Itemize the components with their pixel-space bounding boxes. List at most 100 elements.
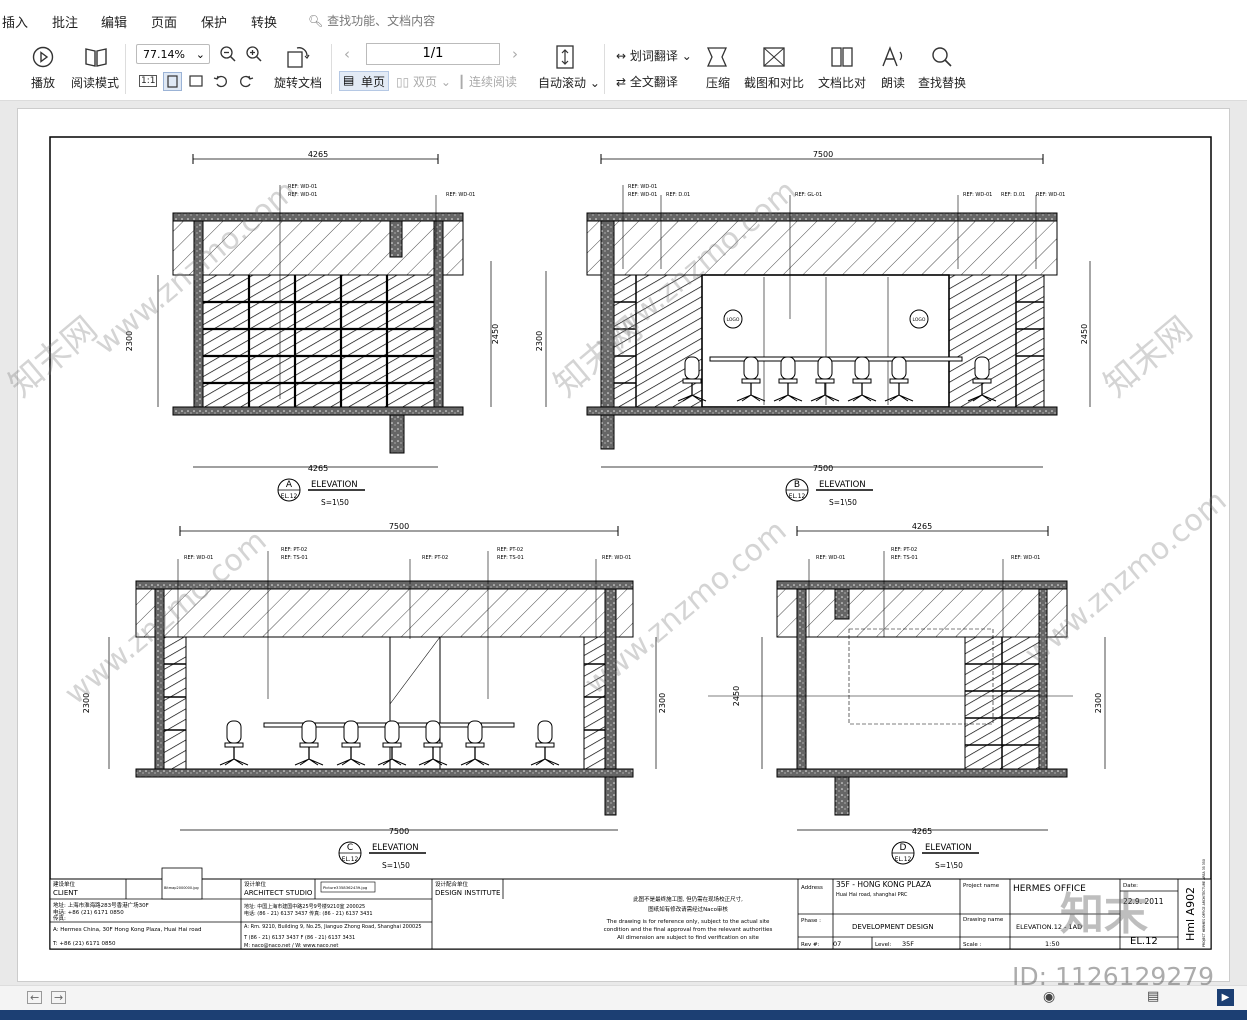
elevation-b-scale: S=1\50 (829, 498, 857, 507)
rotate-document-button[interactable]: 旋转文档 (274, 74, 322, 91)
elevation-a-scale: S=1\50 (321, 498, 349, 507)
rev-label: Rev #: (801, 942, 820, 948)
doc-compare-button[interactable]: 文档比对 (818, 74, 866, 91)
single-page-button[interactable]: ▤ 单页 (339, 71, 389, 91)
search-placeholder: 查找功能、文档内容 (327, 14, 436, 28)
elevation-c-ref-5: REF: PT-02 (497, 547, 523, 553)
client-tel-cn: 电话: +86 (21) 6171 0850 (53, 908, 124, 916)
full-translate-button[interactable]: ⇄ 全文翻译 (616, 73, 678, 90)
client-pic-label: Bitmap2000000.jpg (164, 886, 199, 890)
auto-scroll-icon[interactable] (553, 44, 577, 74)
elevation-d-dim-left: 2450 (732, 686, 741, 706)
find-replace-button[interactable]: 查找替换 (918, 74, 966, 91)
screenshot-compare-button[interactable]: 截图和对比 (744, 74, 804, 91)
elevation-a-ref-3: REF: WD-01 (446, 192, 475, 198)
book-icon[interactable] (84, 46, 108, 72)
continuous-read-button[interactable]: ┃ 连续阅读 (458, 73, 517, 90)
play-button[interactable]: 播放 (31, 74, 55, 91)
zoom-in-icon[interactable] (245, 45, 263, 67)
architect-pic-label: Picture3358362439.jpg (323, 885, 368, 890)
menu-convert[interactable]: 转换 (251, 12, 277, 31)
full-translate-label: 全文翻译 (629, 75, 678, 89)
elevation-d-title: ELEVATION (925, 843, 972, 853)
phase-value: DEVELOPMENT DESIGN (852, 923, 934, 931)
institute-label: DESIGN INSTITUTE (435, 889, 500, 897)
elevation-a-marker-sheet: EL.12 (281, 493, 298, 500)
scale-label: Scale : (963, 942, 982, 948)
drawing-name-label: Drawing name (963, 917, 1004, 923)
architect-cn: 设计单位 (244, 880, 267, 888)
play-icon[interactable] (32, 46, 54, 72)
translate-icon: ↔ (616, 49, 627, 63)
elevation-b-title: ELEVATION (819, 480, 866, 490)
read-aloud-icon[interactable] (880, 45, 906, 73)
read-mode-button[interactable]: 阅读模式 (71, 74, 119, 91)
elevation-b-marker-sheet: EL.12 (789, 493, 806, 500)
single-view-icon[interactable]: ▤ (1147, 989, 1159, 1004)
project-label: Project name (963, 883, 1000, 889)
nav-back-icon[interactable]: ← (27, 991, 43, 1004)
address-1: 35F - HONG KONG PLAZA (836, 880, 932, 889)
eye-icon[interactable]: ◉ (1043, 989, 1055, 1005)
rotate-left-icon[interactable] (213, 73, 229, 93)
level-value: 35F (902, 940, 914, 948)
taskbar (0, 1010, 1247, 1020)
elevation-c-title: ELEVATION (372, 843, 419, 853)
address-label: Address (801, 885, 823, 891)
menu-annotate[interactable]: 批注 (52, 12, 78, 31)
nav-forward-icon[interactable]: → (51, 991, 67, 1004)
screenshot-compare-icon[interactable] (761, 45, 787, 73)
architect-tel-en: T (86 - 21) 6137 3437 F (86 - 21) 6137 3… (243, 935, 355, 941)
menu-insert[interactable]: 插入 (2, 12, 28, 31)
elevation-d-ref-4: REF: WD-01 (1011, 555, 1040, 561)
address-2: Huai Hai road, shanghai PRC (836, 892, 908, 898)
elevation-b-ref-7: REF: WD-01 (1036, 192, 1065, 198)
continuous-read-label: 连续阅读 (469, 75, 518, 89)
architect-tel-cn: 电话: (86 - 21) 6137 3437 传真: (86 - 21) 61… (244, 910, 373, 917)
fit-page-icon[interactable] (163, 72, 182, 91)
elevation-b-marker-letter: B (794, 480, 800, 490)
actual-size-button[interactable]: 1:1 (139, 75, 158, 87)
zoom-value: 77.14% (143, 48, 185, 61)
status-bar: ← → ◉ ▤ ▶ (0, 985, 1247, 1011)
zoom-select[interactable]: 77.14% ⌄ (136, 44, 210, 64)
rotate-document-icon[interactable] (285, 44, 311, 74)
search-box[interactable]: 🔍︎ 查找功能、文档内容 (308, 12, 435, 29)
find-replace-icon[interactable] (930, 45, 954, 73)
elevation-d-ref-3: REF: TS-01 (891, 555, 918, 561)
elevation-c-scale: S=1\50 (382, 861, 410, 870)
compress-button[interactable]: 压缩 (706, 74, 730, 91)
menu-page[interactable]: 页面 (151, 12, 177, 31)
scale-value: 1:50 (1045, 940, 1060, 948)
word-translate-button[interactable]: ↔ 划词翻译 ⌄ (616, 47, 692, 64)
prev-page-icon[interactable]: ‹ (344, 45, 350, 63)
page-number-input[interactable]: 1/1 (366, 43, 500, 65)
menu-edit[interactable]: 编辑 (101, 12, 127, 31)
note-cn-1: 此图不是最终施工图, 但仍需在现场校正尺寸, (633, 895, 743, 903)
zoom-out-icon[interactable] (219, 45, 237, 67)
elevation-c-ref-4: REF: PT-02 (422, 555, 448, 561)
compress-icon[interactable] (705, 45, 729, 73)
single-page-icon: ▤ (343, 73, 355, 87)
rotate-right-icon[interactable] (238, 73, 254, 93)
elevation-c-marker-sheet: EL.12 (342, 856, 359, 863)
client-tel-en: T: +86 (21) 6171 0850 (52, 941, 116, 947)
elevation-a: 4265 2300 2450 REF: WD-01 REF: WD-01 REF… (125, 150, 500, 507)
client-addr-cn: 地址: 上海市淮海路283号香港广场30F (53, 901, 149, 909)
elevation-b-dim-bottom: 7500 (813, 464, 833, 473)
next-page-icon[interactable]: › (512, 45, 518, 63)
separator (125, 44, 126, 94)
note-en-3: All dimension are subject to find verifi… (617, 935, 759, 941)
elevation-b-ref-5: REF: WD-01 (963, 192, 992, 198)
read-aloud-button[interactable]: 朗读 (881, 74, 905, 91)
fullscreen-play-icon[interactable]: ▶ (1217, 989, 1234, 1006)
elevation-b-ref-6: REF: D.01 (1001, 192, 1025, 198)
doc-compare-icon[interactable] (830, 45, 854, 73)
auto-scroll-button[interactable]: 自动滚动 ⌄ (538, 74, 600, 91)
fit-width-icon[interactable] (188, 73, 204, 93)
double-page-button[interactable]: ▯▯ 双页 ⌄ (396, 73, 451, 90)
architect-web: M: naco@naco.net / W: www.naco.net (244, 943, 338, 949)
client-fax-cn: 传真: (53, 914, 66, 922)
note-cn-2: 图纸如有修改请需经过Naco审核 (648, 905, 728, 913)
menu-protect[interactable]: 保护 (201, 12, 227, 31)
